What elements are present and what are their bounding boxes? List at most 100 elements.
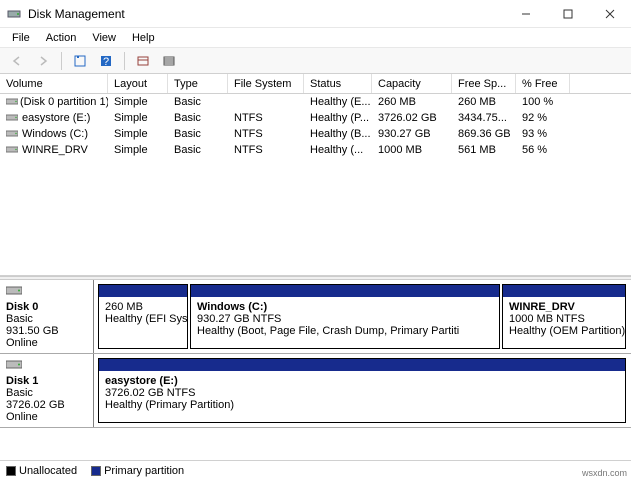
volume-capacity: 260 MB	[372, 94, 452, 110]
col-filesystem[interactable]: File System	[228, 74, 304, 93]
partition-size: 1000 MB NTFS	[509, 313, 619, 325]
list-button[interactable]	[158, 50, 180, 72]
volume-list[interactable]: (Disk 0 partition 1)SimpleBasicHealthy (…	[0, 94, 631, 276]
disk-graphical-view: Disk 0Basic931.50 GBOnline260 MBHealthy …	[0, 280, 631, 460]
volume-fs: NTFS	[228, 126, 304, 142]
disk-type: Basic	[6, 313, 87, 325]
legend: Unallocated Primary partition	[0, 460, 631, 480]
toolbar-divider	[61, 52, 62, 70]
toolbar: ?	[0, 48, 631, 74]
partition-name: WINRE_DRV	[509, 301, 619, 313]
toolbar-divider	[124, 52, 125, 70]
volume-layout: Simple	[108, 126, 168, 142]
volume-name: easystore (E:)	[22, 112, 90, 124]
volume-type: Basic	[168, 94, 228, 110]
disk-name: Disk 1	[6, 375, 87, 387]
volume-status: Healthy (E...	[304, 94, 372, 110]
settings-button[interactable]	[132, 50, 154, 72]
volume-free: 3434.75...	[452, 110, 516, 126]
volume-row[interactable]: WINRE_DRVSimpleBasicNTFSHealthy (...1000…	[0, 142, 631, 158]
volume-status: Healthy (P...	[304, 110, 372, 126]
volume-capacity: 930.27 GB	[372, 126, 452, 142]
col-free-space[interactable]: Free Sp...	[452, 74, 516, 93]
menu-view[interactable]: View	[84, 30, 124, 46]
volume-free: 869.36 GB	[452, 126, 516, 142]
volume-free: 561 MB	[452, 142, 516, 158]
disk-row: Disk 1Basic3726.02 GBOnlineeasystore (E:…	[0, 354, 631, 428]
partition-box[interactable]: WINRE_DRV1000 MB NTFSHealthy (OEM Partit…	[502, 284, 626, 349]
menu-bar: File Action View Help	[0, 28, 631, 48]
menu-action[interactable]: Action	[38, 30, 85, 46]
legend-primary-partition: Primary partition	[91, 465, 184, 477]
col-status[interactable]: Status	[304, 74, 372, 93]
volume-name: Windows (C:)	[22, 128, 88, 140]
volume-type: Basic	[168, 142, 228, 158]
volume-pct-free: 56 %	[516, 142, 570, 158]
drive-icon	[6, 144, 20, 157]
volume-row[interactable]: easystore (E:)SimpleBasicNTFSHealthy (P.…	[0, 110, 631, 126]
volume-row[interactable]: Windows (C:) SimpleBasicNTFSHealthy (B...…	[0, 126, 631, 142]
close-button[interactable]	[589, 1, 631, 27]
drive-icon	[6, 112, 20, 125]
volume-free: 260 MB	[452, 94, 516, 110]
partition-box[interactable]: 260 MBHealthy (EFI System	[98, 284, 188, 349]
disk-icon	[6, 284, 87, 299]
disk-info[interactable]: Disk 1Basic3726.02 GBOnline	[0, 354, 94, 427]
volume-name: WINRE_DRV	[22, 144, 88, 156]
col-pct-free[interactable]: % Free	[516, 74, 570, 93]
volume-status: Healthy (...	[304, 142, 372, 158]
col-capacity[interactable]: Capacity	[372, 74, 452, 93]
volume-status: Healthy (B...	[304, 126, 372, 142]
svg-text:?: ?	[103, 56, 109, 68]
disk-size: 3726.02 GB	[6, 399, 87, 411]
partition-status: Healthy (EFI System	[105, 313, 181, 325]
disk-partitions: easystore (E:)3726.02 GB NTFSHealthy (Pr…	[94, 354, 631, 427]
volume-fs	[228, 94, 304, 110]
volume-layout: Simple	[108, 142, 168, 158]
title-bar: Disk Management	[0, 0, 631, 28]
volume-type: Basic	[168, 110, 228, 126]
volume-capacity: 3726.02 GB	[372, 110, 452, 126]
disk-row: Disk 0Basic931.50 GBOnline260 MBHealthy …	[0, 280, 631, 354]
forward-button	[32, 50, 54, 72]
col-layout[interactable]: Layout	[108, 74, 168, 93]
partition-color-bar	[191, 285, 499, 297]
partition-color-bar	[99, 285, 187, 297]
volume-fs: NTFS	[228, 110, 304, 126]
menu-file[interactable]: File	[4, 30, 38, 46]
col-type[interactable]: Type	[168, 74, 228, 93]
partition-status: Healthy (OEM Partition)	[509, 325, 619, 337]
volume-type: Basic	[168, 126, 228, 142]
drive-icon	[6, 96, 18, 109]
partition-size: 930.27 GB NTFS	[197, 313, 493, 325]
window-title: Disk Management	[28, 7, 125, 21]
volume-row[interactable]: (Disk 0 partition 1)SimpleBasicHealthy (…	[0, 94, 631, 110]
help-button[interactable]: ?	[95, 50, 117, 72]
disk-info[interactable]: Disk 0Basic931.50 GBOnline	[0, 280, 94, 353]
disk-partitions: 260 MBHealthy (EFI SystemWindows (C:)930…	[94, 280, 631, 353]
drive-icon	[6, 128, 20, 141]
partition-color-bar	[503, 285, 625, 297]
volume-name: (Disk 0 partition 1)	[20, 96, 108, 108]
partition-status: Healthy (Primary Partition)	[105, 399, 619, 411]
app-icon	[6, 6, 22, 22]
maximize-button[interactable]	[547, 1, 589, 27]
disk-state: Online	[6, 337, 87, 349]
refresh-button[interactable]	[69, 50, 91, 72]
disk-name: Disk 0	[6, 301, 87, 313]
disk-size: 931.50 GB	[6, 325, 87, 337]
partition-name: Windows (C:)	[197, 301, 493, 313]
menu-help[interactable]: Help	[124, 30, 163, 46]
watermark: wsxdn.com	[582, 468, 627, 478]
partition-size: 3726.02 GB NTFS	[105, 387, 619, 399]
partition-status: Healthy (Boot, Page File, Crash Dump, Pr…	[197, 325, 493, 337]
volume-capacity: 1000 MB	[372, 142, 452, 158]
volume-list-header: Volume Layout Type File System Status Ca…	[0, 74, 631, 94]
partition-box[interactable]: easystore (E:)3726.02 GB NTFSHealthy (Pr…	[98, 358, 626, 423]
col-volume[interactable]: Volume	[0, 74, 108, 93]
minimize-button[interactable]	[505, 1, 547, 27]
disk-state: Online	[6, 411, 87, 423]
back-button	[6, 50, 28, 72]
legend-unallocated: Unallocated	[6, 465, 77, 477]
partition-box[interactable]: Windows (C:)930.27 GB NTFSHealthy (Boot,…	[190, 284, 500, 349]
